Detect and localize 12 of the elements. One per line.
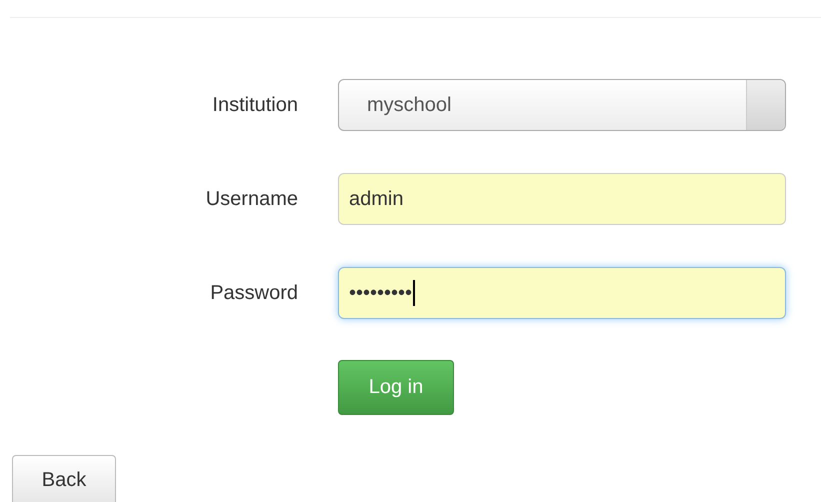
text-cursor [413,280,415,306]
field-value: myschool [367,94,452,116]
field-value: admin [349,188,404,210]
institution-dropdown[interactable]: myschool [338,79,786,131]
password-field[interactable]: ••••••••• [338,267,786,319]
back-button[interactable]: Back [12,455,116,502]
field-label: Password [209,282,298,304]
field-label: Institution [211,94,298,116]
field-label: Username [204,188,298,210]
dropdown-handle[interactable] [746,80,785,130]
field-value: ••••••••• [349,282,412,304]
text-field[interactable]: admin [338,173,786,225]
